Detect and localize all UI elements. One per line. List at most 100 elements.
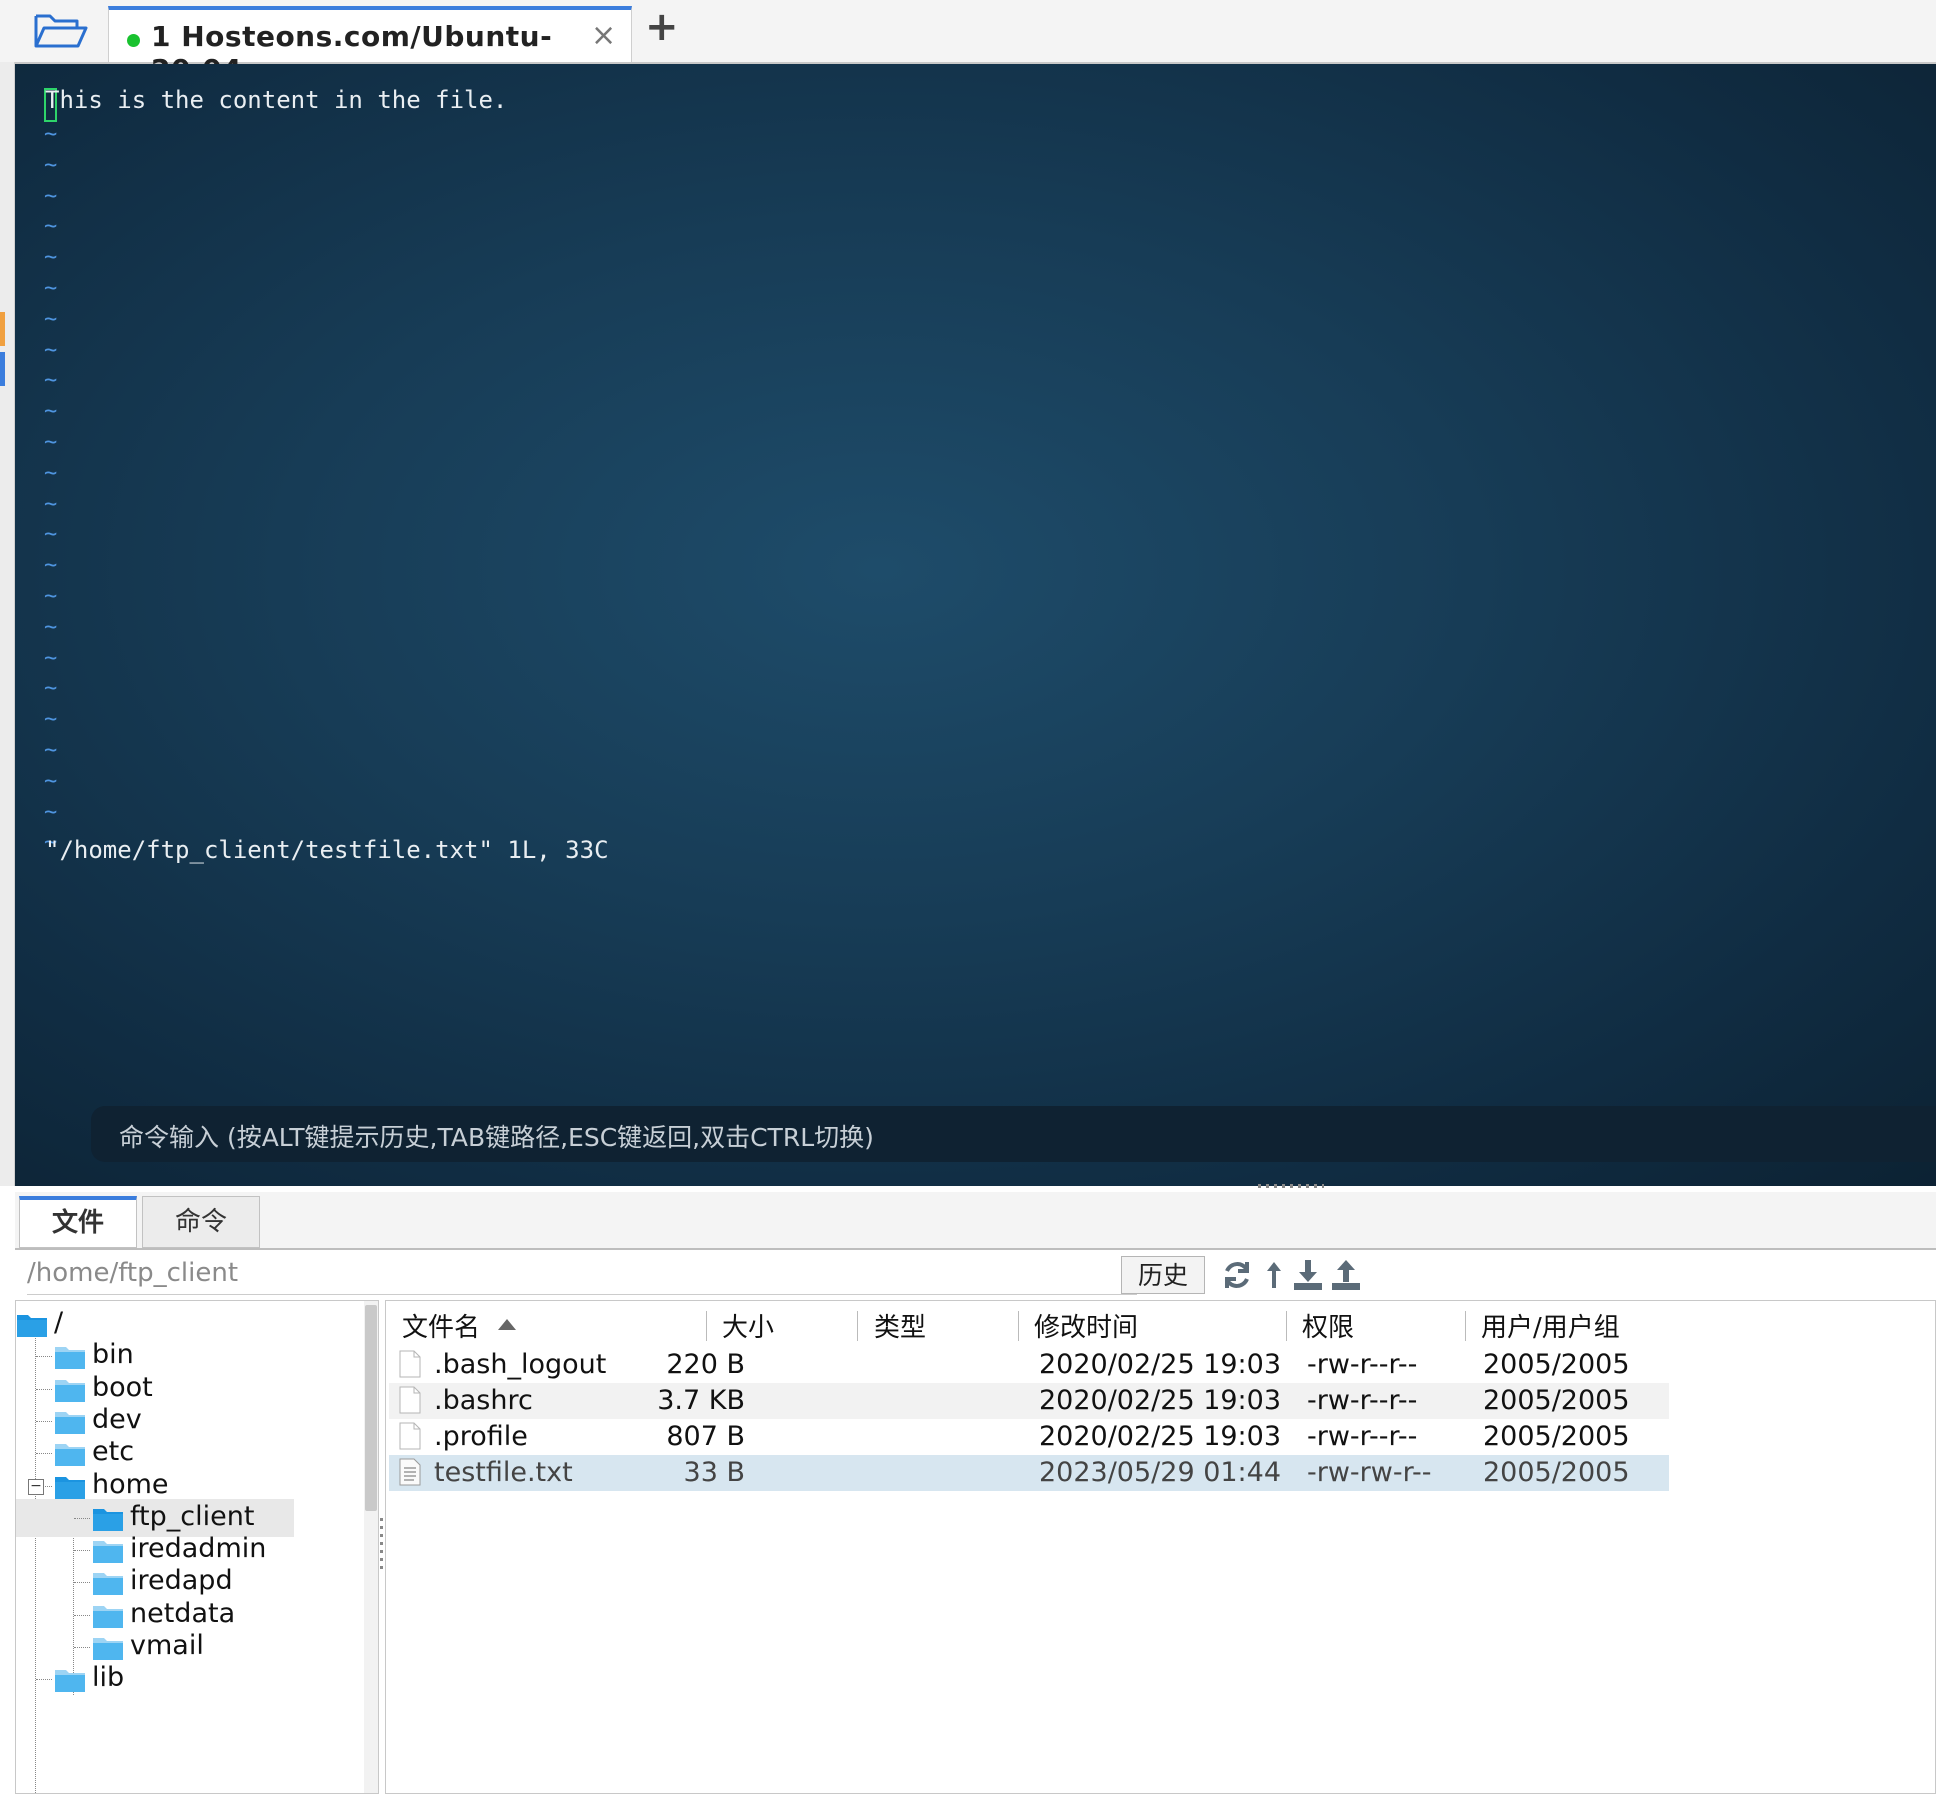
tab-files[interactable]: 文件 [19,1196,137,1248]
text-file-icon [399,1458,421,1486]
refresh-icon[interactable] [1220,1258,1254,1292]
file-permissions: -rw-r--r-- [1307,1421,1418,1452]
empty-line-tilde: ~ [44,584,58,609]
empty-line-tilde: ~ [44,214,58,240]
strip-marker [0,352,5,386]
upload-icon[interactable] [1329,1258,1363,1292]
up-directory-icon[interactable] [1257,1258,1291,1292]
column-header-permissions[interactable]: 权限 [1302,1307,1354,1344]
column-header-type[interactable]: 类型 [874,1307,926,1344]
connection-status-icon [127,34,140,47]
tree-connector [74,1582,90,1584]
folder-icon [92,1538,124,1564]
splitter-handle[interactable] [1258,1184,1324,1188]
empty-line-tilde: ~ [44,707,58,733]
column-divider [857,1311,858,1341]
file-owner: 2005/2005 [1483,1349,1630,1380]
add-tab-button[interactable]: + [645,4,679,50]
strip-marker [0,312,5,346]
file-modified: 2020/02/25 19:03 [1039,1421,1282,1452]
file-modified: 2020/02/25 19:03 [1039,1385,1282,1416]
empty-line-tilde: ~ [44,460,58,486]
column-divider [706,1311,707,1341]
folder-icon [54,1409,86,1435]
collapse-icon[interactable]: − [28,1478,44,1495]
column-header-modified[interactable]: 修改时间 [1034,1307,1138,1344]
tree-connector [74,1550,90,1552]
file-row[interactable]: .profile 807 B 2020/02/25 19:03 -rw-r--r-- 2… [389,1419,1669,1455]
empty-line-tilde: ~ [44,522,58,548]
file-name: .bashrc [434,1385,533,1416]
empty-line-tilde: ~ [44,645,58,671]
file-row[interactable]: .bash_logout 220 B 2020/02/25 19:03 -rw-r--… [389,1347,1669,1383]
current-path-input[interactable]: /home/ftp_client [27,1258,238,1288]
empty-line-tilde: ~ [44,553,58,579]
file-permissions: -rw-r--r-- [1307,1385,1418,1416]
tree-scrollbar[interactable] [364,1301,378,1793]
directory-tree: / bin boot dev etc − home ftp_client iredadmin ir… [15,1300,379,1794]
column-divider [1286,1311,1287,1341]
tree-item-label: vmail [130,1630,204,1661]
tree-item-label: iredadmin [130,1533,267,1565]
file-name: .profile [434,1421,528,1452]
folder-icon [54,1441,86,1467]
panel-splitter-handle[interactable] [380,1518,383,1574]
file-row[interactable]: .bashrc 3.7 KB 2020/02/25 19:03 -rw-r--r-- 2… [389,1383,1669,1419]
folder-icon [54,1377,86,1403]
tree-item-label: dev [92,1403,142,1435]
open-folder-icon[interactable] [30,8,90,54]
empty-line-tilde: ~ [44,768,58,794]
tree-item-label: home [92,1468,169,1500]
empty-line-tilde: ~ [44,799,58,825]
empty-line-tilde: ~ [44,738,58,763]
tree-item-label: / [54,1307,64,1338]
file-permissions: -rw-rw-r-- [1307,1457,1432,1488]
tree-item-label: ftp_client [130,1500,255,1532]
session-tab-bar: 1 Hosteons.com/Ubuntu-20.04 × + [0,0,1936,86]
file-row[interactable]: testfile.txt 33 B 2023/05/29 01:44 -rw-rw-r… [389,1455,1669,1491]
tree-item-label: lib [92,1662,125,1694]
file-size: 807 B [666,1421,745,1452]
sort-ascending-icon [498,1319,516,1330]
empty-line-tilde: ~ [44,122,58,147]
history-button[interactable]: 历史 [1121,1256,1205,1294]
tree-connector [36,1356,52,1358]
tab-commands[interactable]: 命令 [142,1196,260,1248]
file-icon [399,1422,421,1450]
column-header-owner[interactable]: 用户/用户组 [1481,1307,1620,1344]
column-header-name[interactable]: 文件名 [402,1307,480,1344]
folder-icon [92,1506,124,1532]
column-header-size[interactable]: 大小 [722,1307,774,1344]
empty-line-tilde: ~ [44,183,58,209]
empty-line-tilde: ~ [44,152,58,178]
command-input-hint: 命令输入 (按ALT键提示历史,TAB键路径,ESC键返回,双击CTRL切换) [119,1123,874,1152]
tree-connector [36,1388,52,1390]
left-side-strip [0,62,15,1186]
command-input-bar[interactable]: 命令输入 (按ALT键提示历史,TAB键路径,ESC键返回,双击CTRL切换) [91,1106,1936,1162]
file-content-line: This is the content in the file. [45,86,508,114]
close-icon[interactable]: × [591,18,616,53]
folder-icon [54,1344,86,1370]
file-modified: 2023/05/29 01:44 [1039,1457,1282,1488]
tree-item-lib[interactable]: lib [16,1660,294,1698]
file-size: 33 B [683,1457,745,1488]
folder-icon [54,1474,86,1500]
empty-line-tilde: ~ [44,276,58,301]
path-divider [27,1294,1137,1295]
file-size: 220 B [666,1349,745,1380]
tree-item-label: etc [92,1436,135,1468]
folder-icon [16,1312,48,1338]
file-name: testfile.txt [434,1457,573,1488]
folder-icon [92,1635,124,1661]
file-icon [399,1350,421,1378]
empty-line-tilde: ~ [44,676,58,702]
download-icon[interactable] [1291,1258,1325,1292]
column-divider [1465,1311,1466,1341]
file-name: .bash_logout [434,1349,607,1380]
tree-scrollbar-thumb[interactable] [365,1305,377,1511]
empty-line-tilde: ~ [44,614,58,640]
vim-status-line: "/home/ftp_client/testfile.txt" 1L, 33C [45,836,609,864]
terminal-area[interactable]: This is the content in the file. ~ ~ ~ ~ ~ ~ ~… [15,64,1936,1186]
file-owner: 2005/2005 [1483,1421,1630,1452]
session-tab[interactable]: 1 Hosteons.com/Ubuntu-20.04 × [108,6,632,86]
